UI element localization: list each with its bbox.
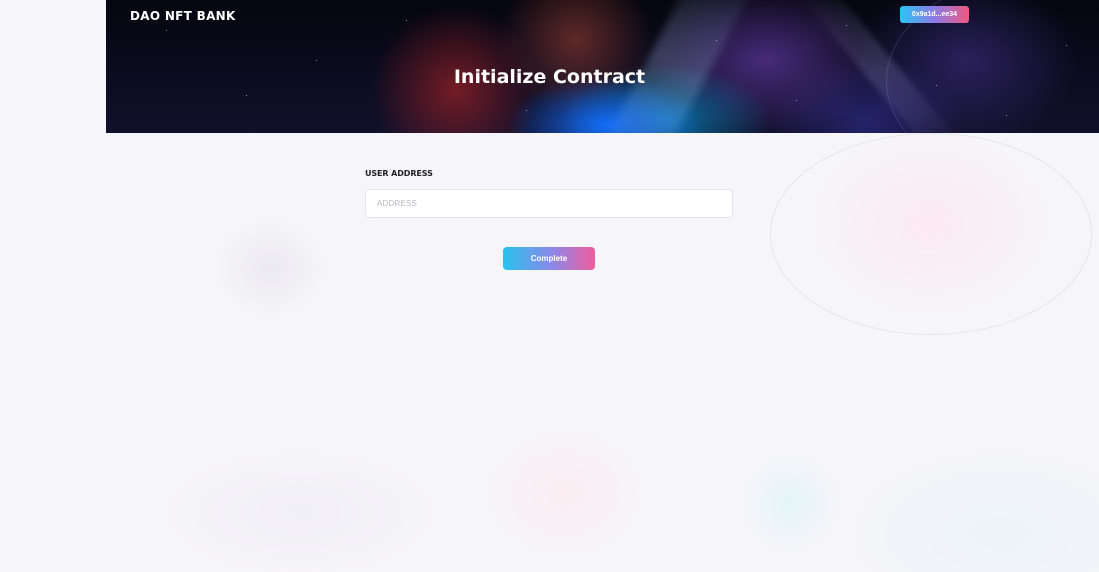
star (1006, 115, 1007, 116)
star (246, 95, 247, 96)
star (846, 25, 847, 26)
star (406, 20, 407, 21)
user-address-input[interactable] (365, 189, 733, 218)
brand-logo[interactable]: DAO NFT BANK (130, 9, 236, 23)
page-title: Initialize Contract (453, 66, 646, 88)
star (796, 100, 797, 101)
star (1066, 45, 1067, 46)
star (716, 40, 717, 41)
star (316, 60, 317, 61)
complete-button[interactable]: Complete (503, 247, 595, 270)
user-address-label: USER ADDRESS (365, 169, 433, 178)
star (526, 110, 527, 111)
background-bubble (770, 133, 1092, 335)
wallet-address-button[interactable]: 0x9a1d...ee34 (900, 6, 969, 23)
star (166, 30, 167, 31)
